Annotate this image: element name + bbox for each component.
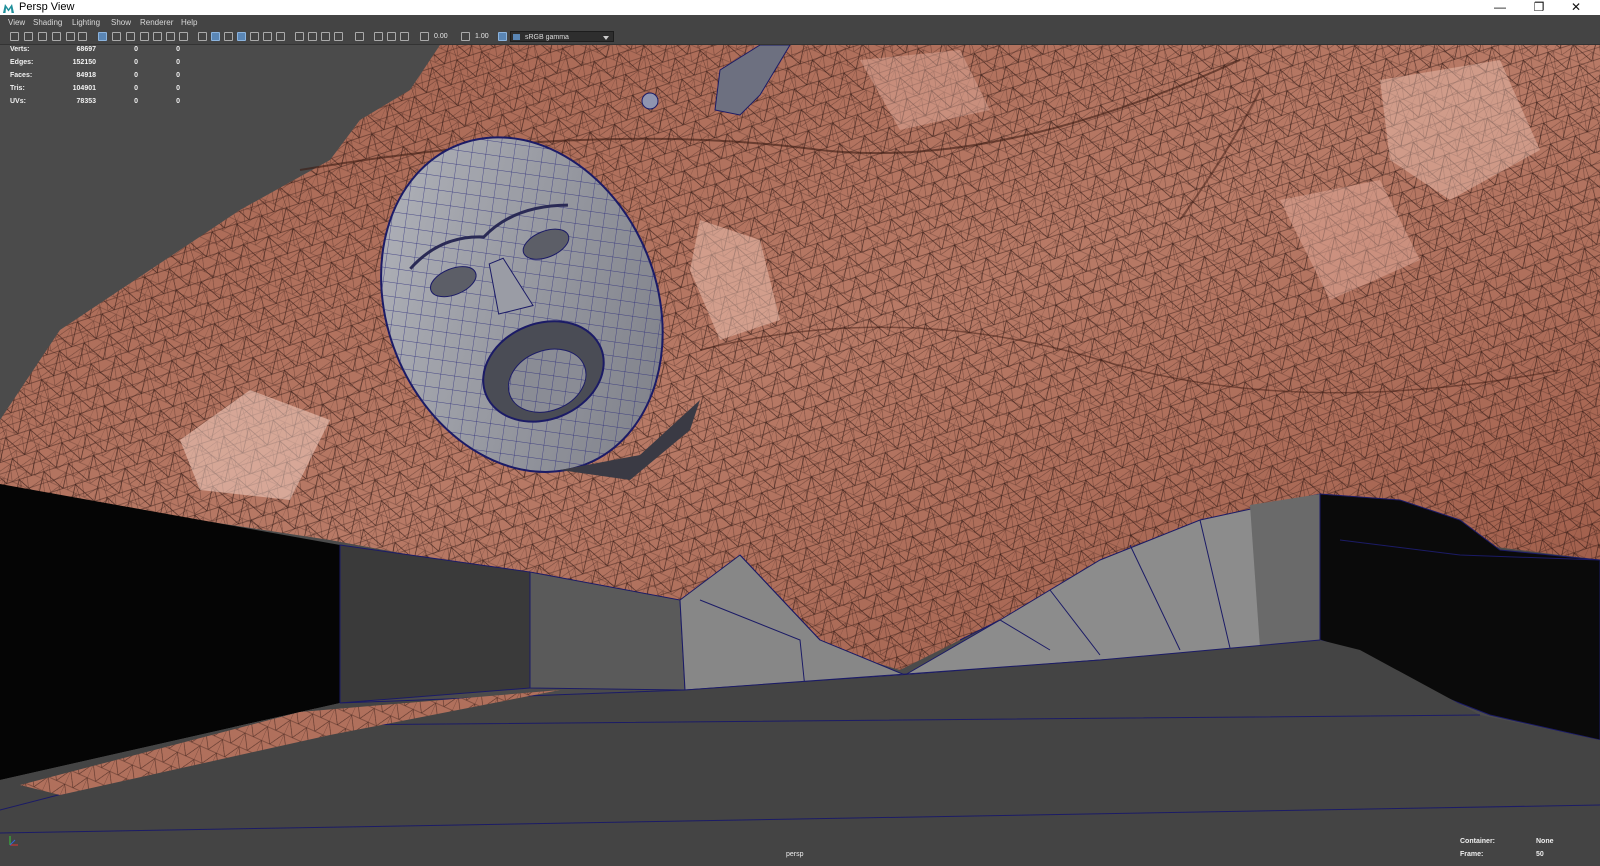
color-management-icon[interactable] [498,32,507,41]
hud-selected: 0 [134,85,138,92]
motion-blur-icon[interactable] [308,32,317,41]
depth-of-field-icon[interactable] [334,32,343,41]
resolution-gate-icon[interactable] [126,32,135,41]
default-material-icon[interactable] [224,32,233,41]
hud-total: 84918 [76,72,96,79]
hud-label: UVs: [10,98,26,105]
hud-component: 0 [176,85,180,92]
grease-pencil-icon[interactable] [66,32,75,41]
color-space-dropdown[interactable]: sRGB gamma [510,31,614,42]
hud-total: 78353 [76,98,96,105]
close-button[interactable]: ✕ [1558,0,1594,15]
hud-component: 0 [176,59,180,66]
persp-viewport[interactable] [0,45,1600,866]
view-axis-icon [9,836,18,846]
xray-joints-icon[interactable] [387,32,396,41]
bookmark-icon[interactable] [38,32,47,41]
hud-selected: 0 [134,72,138,79]
exposure-field[interactable]: 0.00 [434,31,456,42]
hud-row-verts: Verts: 68697 0 0 [8,46,188,58]
view-transform-icon [513,34,520,40]
window-title: Persp View [19,1,75,13]
film-gate-icon[interactable] [112,32,121,41]
isolate-select-icon[interactable] [355,32,364,41]
2d-pan-zoom-icon[interactable] [78,32,87,41]
grid-icon[interactable] [98,32,107,41]
hud-row-edges: Edges: 152150 0 0 [8,59,188,71]
hud-label: Verts: [10,46,30,53]
container-value: None [1536,838,1554,845]
image-plane-icon[interactable] [52,32,61,41]
hud-label: Tris: [10,85,25,92]
gate-mask-icon[interactable] [140,32,149,41]
hud-selected: 0 [134,59,138,66]
smooth-shade-all-icon[interactable] [211,32,220,41]
wireframe-on-shaded-icon[interactable] [237,32,246,41]
field-chart-icon[interactable] [153,32,162,41]
menu-renderer[interactable]: Renderer [140,17,173,29]
hud-total: 68697 [76,46,96,53]
hud-row-uvs: UVs: 78353 0 0 [8,98,188,110]
panel-toolbar: 0.00 1.00 sRGB gamma [0,29,1600,45]
hud-selected: 0 [134,98,138,105]
menu-help[interactable]: Help [181,17,197,29]
menu-lighting[interactable]: Lighting [72,17,100,29]
scene-render [0,45,1600,866]
restore-button[interactable]: ❐ [1521,0,1557,15]
panel-menubar: View Shading Lighting Show Renderer Help [0,17,1600,29]
color-space-value: sRGB gamma [525,34,569,41]
xray-icon[interactable] [374,32,383,41]
hud-selected: 0 [134,46,138,53]
maya-icon [3,4,14,13]
hud-label: Edges: [10,59,34,66]
menu-show[interactable]: Show [111,17,131,29]
camera-attributes-icon[interactable] [24,32,33,41]
hud-component: 0 [176,98,180,105]
use-all-lights-icon[interactable] [263,32,272,41]
gamma-field[interactable]: 1.00 [475,31,497,42]
menu-view[interactable]: View [8,17,25,29]
multisample-aa-icon[interactable] [321,32,330,41]
hud-total: 104901 [72,85,96,92]
hud-label: Faces: [10,72,33,79]
frame-value: 50 [1536,851,1544,858]
wireframe-icon[interactable] [198,32,207,41]
select-camera-icon[interactable] [10,32,19,41]
menu-shading[interactable]: Shading [33,17,62,29]
xray-components-icon[interactable] [400,32,409,41]
window-titlebar: Persp View — ❐ ✕ [0,0,1600,15]
shadows-icon[interactable] [276,32,285,41]
hud-component: 0 [176,46,180,53]
frame-label: Frame: [1460,851,1484,858]
screen-space-ao-icon[interactable] [295,32,304,41]
camera-name: persp [786,851,804,858]
textured-icon[interactable] [250,32,259,41]
hud-row-faces: Faces: 84918 0 0 [8,72,188,84]
chevron-down-icon [603,36,609,40]
hud-total: 152150 [72,59,96,66]
hud-row-tris: Tris: 104901 0 0 [8,85,188,97]
gamma-icon[interactable] [461,32,470,41]
exposure-icon[interactable] [420,32,429,41]
minimize-button[interactable]: — [1482,0,1518,15]
safe-action-icon[interactable] [166,32,175,41]
hud-component: 0 [176,72,180,79]
safe-title-icon[interactable] [179,32,188,41]
container-label: Container: [1460,838,1495,845]
